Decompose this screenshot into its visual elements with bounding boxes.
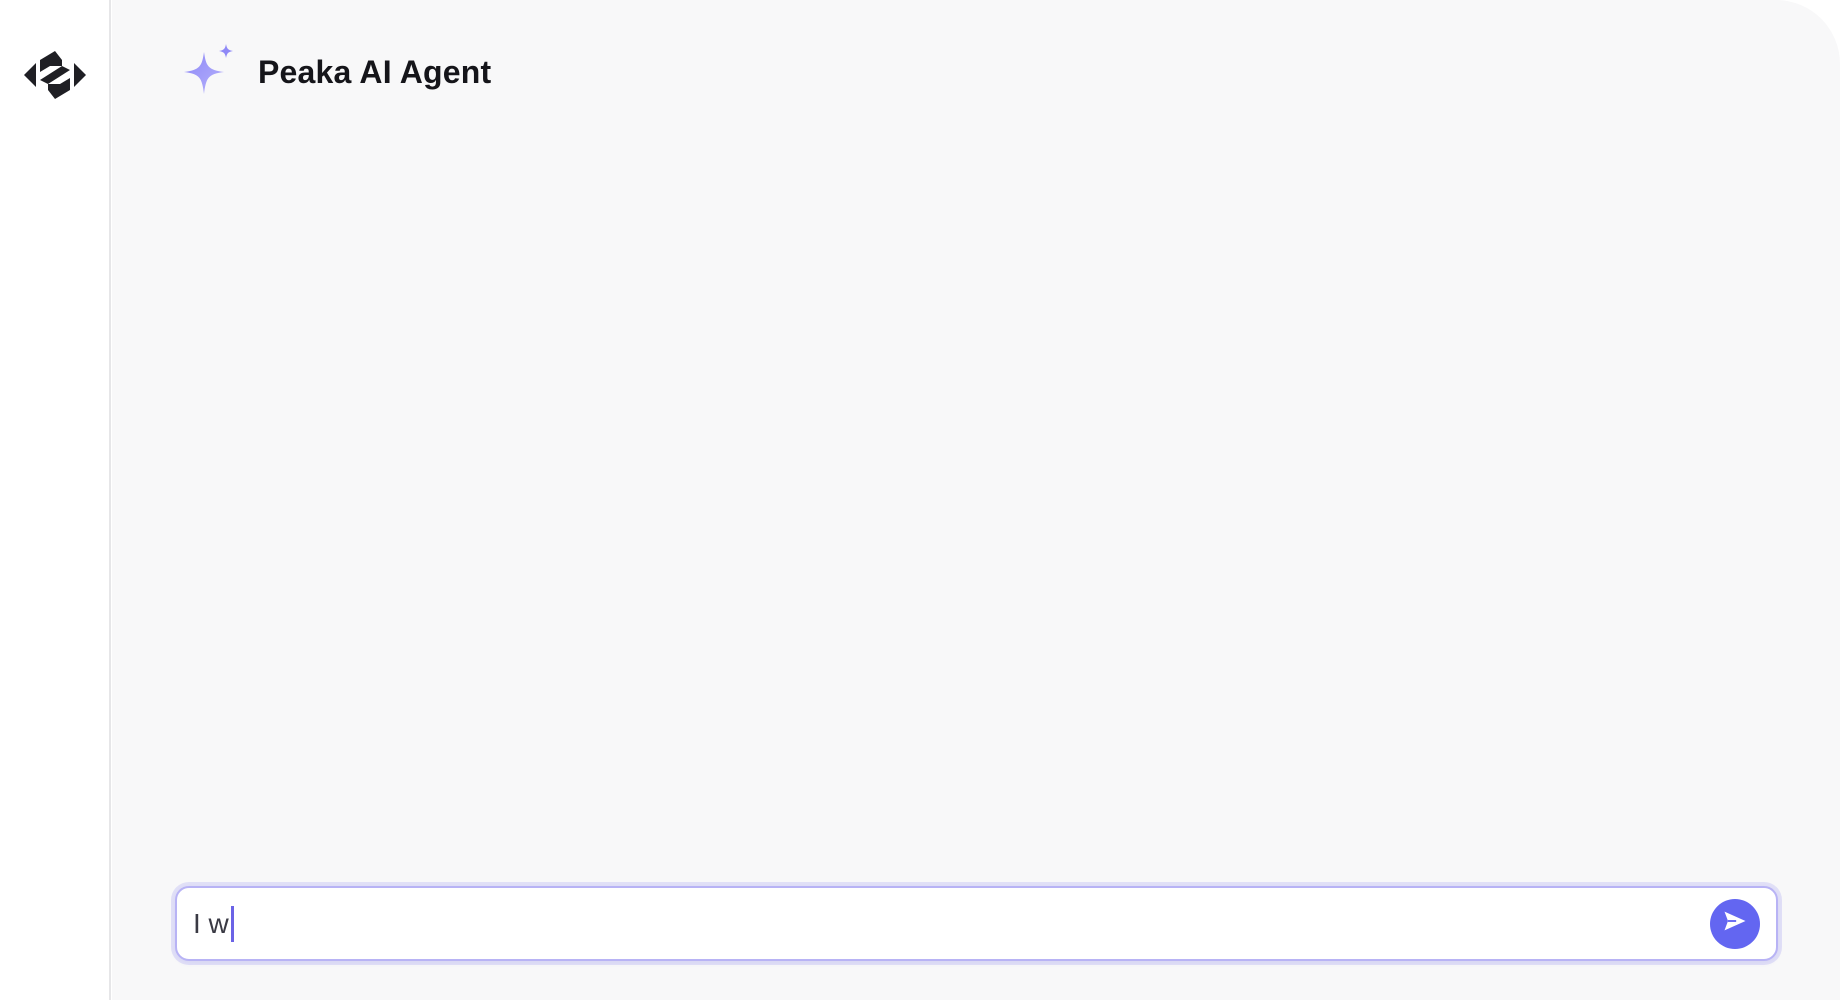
chat-input-value: I w: [193, 907, 229, 939]
chat-input[interactable]: I w: [175, 886, 1778, 961]
app-window: Peaka AI Agent I w: [0, 0, 1840, 1000]
text-caret: [230, 905, 234, 942]
send-icon: [1721, 907, 1749, 940]
send-button[interactable]: [1710, 898, 1760, 949]
peaka-logo-icon[interactable]: [22, 48, 88, 102]
chat-input-field[interactable]: I w: [193, 888, 1710, 959]
page-title: Peaka AI Agent: [258, 53, 492, 90]
sparkle-icon: [178, 42, 238, 102]
sidebar: [0, 0, 111, 1000]
main-panel: Peaka AI Agent I w: [112, 0, 1840, 1000]
header: Peaka AI Agent: [178, 42, 491, 102]
